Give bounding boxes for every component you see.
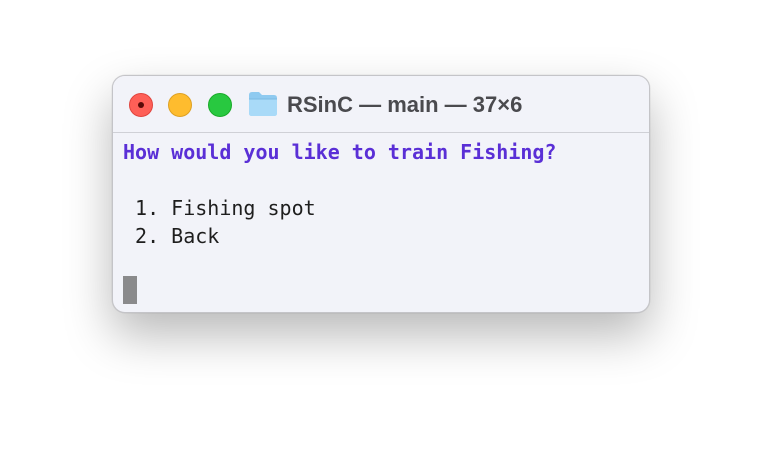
text-cursor [123,276,137,304]
terminal-window: RSinC — main — 37×6 How would you like t… [112,75,650,313]
menu-option-1: 1. Fishing spot [123,196,316,220]
title-bar[interactable]: RSinC — main — 37×6 [113,76,649,133]
menu-option-2: 2. Back [123,224,220,248]
minimize-button[interactable] [168,93,192,117]
window-title: RSinC — main — 37×6 [287,92,523,117]
folder-icon [249,92,277,116]
zoom-button[interactable] [208,93,232,117]
prompt-question: How would you like to train Fishing? [123,140,557,164]
terminal-content[interactable]: How would you like to train Fishing? 1. … [123,138,639,304]
close-button[interactable] [129,93,153,117]
close-dot-icon [138,102,144,108]
